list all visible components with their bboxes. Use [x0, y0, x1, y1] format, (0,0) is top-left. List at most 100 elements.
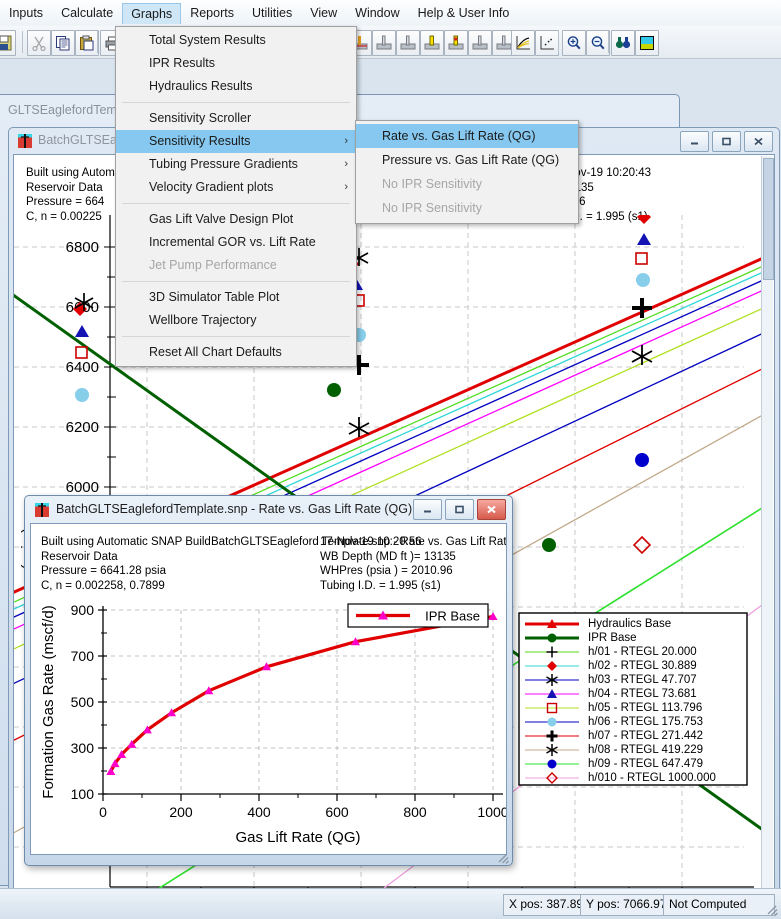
bg-legend-item: Hydraulics Base [523, 617, 743, 631]
fg-header-left: Built using Automatic SNAP Build Reservo… [41, 536, 211, 592]
minimize-button[interactable] [680, 131, 709, 152]
close-button[interactable] [744, 131, 773, 152]
bg-ytick-6400: 6400 [66, 359, 99, 376]
bg-legend-item: IPR Base [523, 631, 743, 645]
scatter-icon[interactable] [535, 30, 559, 56]
bg-legend-label: h/03 - RTEGL 47.707 [588, 674, 697, 686]
chevron-right-icon: › [344, 181, 348, 193]
background-legend: Hydraulics Base IPR Base h/01 - RTEGL 20.0… [523, 617, 743, 785]
menu-separator [122, 203, 350, 204]
menuitem-velocity-gradient-plots[interactable]: Velocity Gradient plots › [116, 176, 356, 199]
resize-grip[interactable] [496, 851, 509, 864]
fg-ytick: 700 [71, 648, 95, 664]
fg-ytick: 900 [71, 602, 95, 618]
submenuitem-rate-vs-gas-lift-rate[interactable]: Rate vs. Gas Lift Rate (QG) [356, 124, 578, 148]
menu-separator [122, 102, 350, 103]
wellbore-icon-3[interactable] [420, 30, 444, 56]
menuitem-total-system-results[interactable]: Total System Results [116, 29, 356, 52]
submenuitem-pressure-vs-gas-lift-rate[interactable]: Pressure vs. Gas Lift Rate (QG) [356, 148, 578, 172]
chart-curves-icon[interactable] [511, 30, 535, 56]
paste-icon[interactable] [75, 30, 99, 56]
menuitem-incremental-gor-vs-lift-rate[interactable]: Incremental GOR vs. Lift Rate [116, 231, 356, 254]
fg-legend-label: IPR Base [425, 609, 480, 624]
bg-legend-label: h/06 - RTEGL 175.753 [588, 716, 704, 728]
vertical-scrollbar[interactable] [761, 156, 774, 891]
fg-ytick: 300 [71, 740, 95, 756]
menu-utilities[interactable]: Utilities [243, 2, 301, 24]
fg-xtick: 600 [325, 804, 349, 820]
maximize-button[interactable] [712, 131, 741, 152]
menu-separator [122, 281, 350, 282]
menu-window[interactable]: Window [346, 2, 408, 24]
zoom-out-icon[interactable] [586, 30, 610, 56]
close-button[interactable] [477, 499, 506, 520]
menuitem-hydraulics-results[interactable]: Hydraulics Results [116, 75, 356, 98]
menuitem-gas-lift-valve-design-plot[interactable]: Gas Lift Valve Design Plot [116, 208, 356, 231]
menu-inputs[interactable]: Inputs [0, 2, 52, 24]
status-bar: X pos: 387.893 Y pos: 7066.97 Not Comput… [0, 888, 781, 919]
submenuitem-no-ipr-sensitivity-2: No IPR Sensitivity [382, 201, 483, 215]
menu-help-user-info[interactable]: Help & User Info [409, 2, 519, 24]
submenuitem-no-ipr-sensitivity-1: No IPR Sensitivity [382, 177, 483, 191]
wellbore-icon-2[interactable] [396, 30, 420, 56]
foreground-window-titlebar[interactable]: BatchGLTSEaglefordTemplate.snp - Rate vs… [25, 496, 512, 523]
save-icon[interactable] [0, 30, 16, 56]
legend-swatch-icon [525, 689, 579, 698]
bg-legend-item: h/010 - RTEGL 1000.000 [523, 771, 743, 785]
fg-xtick: 1000 [477, 804, 506, 820]
bg-ytick-6200: 6200 [66, 419, 99, 436]
fg-xtick: 200 [169, 804, 193, 820]
cut-icon[interactable] [27, 30, 51, 56]
scrollbar-thumb[interactable] [763, 158, 774, 280]
menuitem-3d-simulator-table-plot[interactable]: 3D Simulator Table Plot [116, 286, 356, 309]
menu-graphs[interactable]: Graphs [122, 2, 182, 24]
graphs-dropdown-menu: Total System Results IPR Results Hydraul… [115, 26, 357, 367]
menu-view[interactable]: View [301, 2, 346, 24]
copy-icon[interactable] [51, 30, 75, 56]
minimize-button[interactable] [413, 499, 442, 520]
legend-swatch-icon [525, 674, 579, 686]
fg-ytick: 500 [71, 694, 95, 710]
bg-ytick-6000: 6000 [66, 479, 99, 496]
foreground-chart-window[interactable]: BatchGLTSEaglefordTemplate.snp - Rate vs… [24, 495, 513, 866]
menuitem-wellbore-trajectory[interactable]: Wellbore Trajectory [116, 309, 356, 332]
binoculars-icon[interactable] [611, 30, 635, 56]
menuitem-ipr-results[interactable]: IPR Results [116, 52, 356, 75]
maximize-button[interactable] [445, 499, 474, 520]
menuitem-sensitivity-results[interactable]: Sensitivity Results › [116, 130, 356, 153]
fg-ylabel: Formation Gas Rate (mscf/d) [40, 605, 57, 798]
background-window-title: BatchGLTSEagl [38, 133, 127, 147]
menuitem-reset-all-chart-defaults[interactable]: Reset All Chart Defaults [116, 341, 356, 364]
fg-xtick: 0 [99, 804, 107, 820]
wellbore-icon-5[interactable] [468, 30, 492, 56]
status-resize-grip[interactable] [765, 903, 778, 916]
bg-legend-item: h/02 - RTEGL 30.889 [523, 659, 743, 673]
zoom-in-icon[interactable] [562, 30, 586, 56]
menuitem-tubing-pressure-gradients[interactable]: Tubing Pressure Gradients › [116, 153, 356, 176]
menuitem-sensitivity-scroller[interactable]: Sensitivity Scroller [116, 107, 356, 130]
menuitem-sensitivity-results-label: Sensitivity Results [149, 134, 251, 148]
foreground-window-title: BatchGLTSEaglefordTemplate.snp - Rate vs… [56, 502, 413, 516]
menu-reports[interactable]: Reports [181, 2, 243, 24]
bg-legend-item: h/06 - RTEGL 175.753 [523, 715, 743, 729]
menu-separator [122, 336, 350, 337]
bg-legend-label: h/09 - RTEGL 647.479 [588, 758, 704, 770]
menuitem-jet-pump-performance: Jet Pump Performance [149, 258, 277, 272]
wellbore-icon-1[interactable] [372, 30, 396, 56]
bg-legend-label: h/07 - RTEGL 271.442 [588, 730, 704, 742]
wellbore-icon-4[interactable] [444, 30, 468, 56]
color-chart-icon[interactable] [635, 30, 659, 56]
menu-calculate[interactable]: Calculate [52, 2, 122, 24]
fg-ytick: 100 [71, 786, 95, 802]
legend-swatch-icon [525, 759, 579, 769]
fg-header-right: 17-Nov-19 10:20:56 WB Depth (MD ft )= 13… [320, 536, 456, 592]
background-window-buttons [680, 131, 773, 152]
bg-legend-label: h/02 - RTEGL 30.889 [588, 660, 697, 672]
legend-swatch-icon [525, 633, 579, 643]
sensitivity-results-submenu: Rate vs. Gas Lift Rate (QG) Pressure vs.… [355, 120, 579, 224]
menuitem-tubing-pressure-gradients-label: Tubing Pressure Gradients [149, 157, 298, 171]
legend-swatch-icon [525, 619, 579, 628]
bg-legend-item: h/05 - RTEGL 113.796 [523, 701, 743, 715]
menuitem-velocity-gradient-plots-label: Velocity Gradient plots [149, 180, 274, 194]
bg-legend-label: h/04 - RTEGL 73.681 [588, 688, 697, 700]
